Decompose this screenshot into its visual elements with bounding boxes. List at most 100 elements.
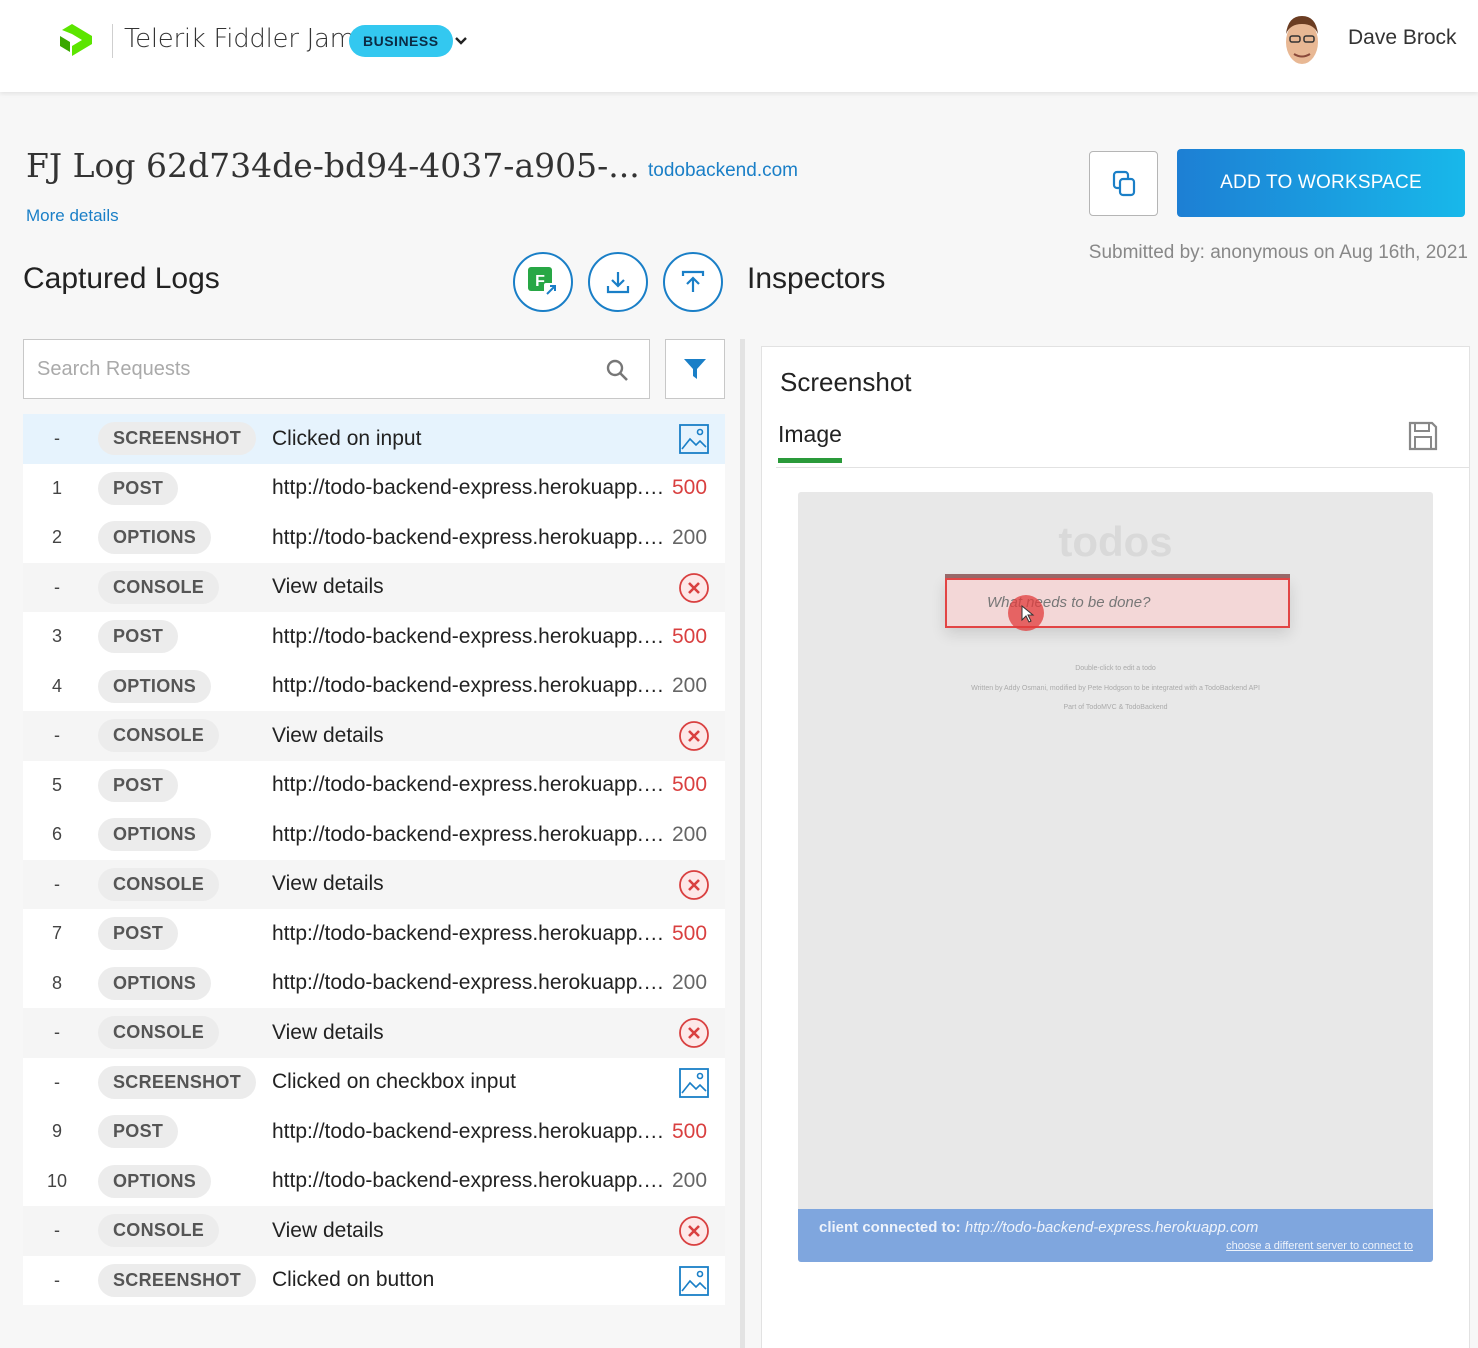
error-icon[interactable] — [678, 572, 710, 604]
plan-badge[interactable]: BUSINESS — [349, 25, 453, 57]
tab-image[interactable]: Image — [778, 421, 842, 463]
log-row[interactable]: - CONSOLE View details — [23, 711, 725, 761]
upload-button[interactable] — [663, 252, 723, 312]
log-row-number: 10 — [46, 1170, 68, 1191]
save-icon[interactable] — [1406, 419, 1440, 453]
log-row-type-badge: CONSOLE — [98, 570, 220, 604]
log-row-number: - — [54, 725, 60, 746]
log-row[interactable]: 10 OPTIONS http://todo-backend-express.her… — [23, 1156, 725, 1206]
upload-icon — [681, 270, 705, 292]
download-icon — [606, 272, 630, 294]
panel-splitter[interactable] — [740, 339, 745, 1348]
log-row-description: http://todo-backend-express.herokuapp.co… — [272, 921, 674, 945]
log-row[interactable]: 3 POST http://todo-backend-express.herokua… — [23, 612, 725, 662]
search-icon[interactable] — [605, 358, 629, 382]
log-row-description: http://todo-backend-express.herokuapp.co… — [272, 971, 674, 995]
log-row-description: View details — [272, 872, 384, 896]
add-to-workspace-button[interactable]: ADD TO WORKSPACE — [1177, 149, 1465, 217]
log-row-type-badge: CONSOLE — [98, 867, 220, 901]
avatar[interactable] — [1280, 12, 1324, 70]
log-row[interactable]: 4 OPTIONS http://todo-backend-express.hero… — [23, 661, 725, 711]
log-row-status: 200 — [672, 525, 708, 549]
log-row-type-badge: POST — [98, 471, 179, 505]
log-row-number: 6 — [51, 824, 62, 845]
log-row-type-badge: OPTIONS — [98, 818, 212, 852]
log-row-number: 3 — [51, 626, 62, 647]
fiddler-icon: F — [528, 267, 558, 297]
log-row-status: 500 — [672, 1119, 708, 1143]
log-row-type-badge: OPTIONS — [98, 966, 212, 1000]
log-row[interactable]: - CONSOLE View details — [23, 859, 725, 909]
image-icon[interactable] — [678, 1067, 710, 1099]
open-in-fiddler-button[interactable]: F — [513, 252, 573, 312]
captured-logs-title: Captured Logs — [23, 262, 220, 295]
screenshot-input-highlight: What needs to be done? — [945, 578, 1290, 628]
log-row-description: http://todo-backend-express.herokuapp.co… — [272, 674, 674, 698]
log-row-number: 7 — [51, 923, 62, 944]
screenshot-footer-1: Double-click to edit a todo — [1075, 665, 1156, 672]
copy-link-button[interactable] — [1089, 151, 1158, 216]
logo-icon[interactable] — [58, 22, 94, 58]
error-icon[interactable] — [678, 720, 710, 752]
log-row[interactable]: - SCREENSHOT Clicked on input — [23, 414, 725, 464]
cursor-icon — [1021, 605, 1035, 623]
inspector-panel-title: Screenshot — [780, 367, 912, 397]
error-icon[interactable] — [678, 1017, 710, 1049]
log-row-number: 8 — [51, 972, 62, 993]
error-icon[interactable] — [678, 869, 710, 901]
log-domain-link[interactable]: todobackend.com — [648, 160, 798, 182]
log-row[interactable]: - SCREENSHOT Clicked on checkbox input — [23, 1057, 725, 1107]
tab-divider — [776, 467, 1469, 468]
submitted-info: Submitted by: anonymous on Aug 16th, 202… — [1088, 242, 1468, 263]
log-row-number: - — [54, 1071, 60, 1092]
log-row-description: View details — [272, 575, 384, 599]
page-title: FJ Log 62d734de-bd94-4037-a905-... — [26, 146, 640, 185]
search-box — [23, 339, 650, 399]
log-row[interactable]: 8 OPTIONS http://todo-backend-express.hero… — [23, 958, 725, 1008]
log-row[interactable]: - CONSOLE View details — [23, 562, 725, 612]
image-icon[interactable] — [678, 423, 710, 455]
search-input[interactable] — [24, 340, 584, 398]
screenshot-client-label: client connected to: — [819, 1219, 961, 1236]
log-row[interactable]: 6 OPTIONS http://todo-backend-express.hero… — [23, 810, 725, 860]
log-row-type-badge: SCREENSHOT — [98, 1065, 257, 1099]
log-row[interactable]: - CONSOLE View details — [23, 1206, 725, 1256]
log-row-type-badge: POST — [98, 917, 179, 951]
log-row-type-badge: CONSOLE — [98, 1214, 220, 1248]
log-row[interactable]: - SCREENSHOT Clicked on button — [23, 1255, 725, 1305]
inspectors-title: Inspectors — [747, 262, 886, 295]
more-details-link[interactable]: More details — [26, 206, 119, 226]
log-row-description: http://todo-backend-express.herokuapp.co… — [272, 773, 674, 797]
log-row-description: Clicked on checkbox input — [272, 1070, 516, 1094]
filter-button[interactable] — [665, 339, 725, 399]
log-row-description: http://todo-backend-express.herokuapp.co… — [272, 624, 674, 648]
log-row[interactable]: 5 POST http://todo-backend-express.herokua… — [23, 760, 725, 810]
download-button[interactable] — [588, 252, 648, 312]
user-name[interactable]: Dave Brock — [1348, 26, 1457, 50]
filter-icon — [684, 359, 706, 379]
log-row[interactable]: 7 POST http://todo-backend-express.herokua… — [23, 909, 725, 959]
brand-separator — [112, 24, 113, 58]
error-icon[interactable] — [678, 1215, 710, 1247]
log-row-type-badge: CONSOLE — [98, 719, 220, 753]
log-row[interactable]: 1 POST http://todo-backend-express.herokua… — [23, 463, 725, 513]
log-row-status: 200 — [672, 822, 708, 846]
screenshot-footer-3: Part of TodoMVC & TodoBackend — [1063, 704, 1168, 711]
log-row-number: - — [54, 428, 60, 449]
log-row[interactable]: - CONSOLE View details — [23, 1008, 725, 1058]
chevron-down-icon[interactable] — [452, 32, 470, 50]
log-row-status: 500 — [672, 624, 708, 648]
log-row-number: - — [54, 1022, 60, 1043]
log-row-description: http://todo-backend-express.herokuapp.co… — [272, 1169, 674, 1193]
log-row[interactable]: 2 OPTIONS http://todo-backend-express.hero… — [23, 513, 725, 563]
image-icon[interactable] — [678, 1265, 710, 1297]
log-row-number: - — [54, 576, 60, 597]
log-row-type-badge: POST — [98, 620, 179, 654]
screenshot-change-server: choose a different server to connect to — [1226, 1240, 1413, 1252]
log-row-number: 9 — [51, 1121, 62, 1142]
screenshot-image: todos What needs to be done? Double-clic… — [798, 492, 1433, 1262]
log-row-number: 1 — [51, 477, 62, 498]
log-row-type-badge: OPTIONS — [98, 669, 212, 703]
log-row[interactable]: 9 POST http://todo-backend-express.herokua… — [23, 1107, 725, 1157]
copy-icon — [1112, 170, 1135, 196]
